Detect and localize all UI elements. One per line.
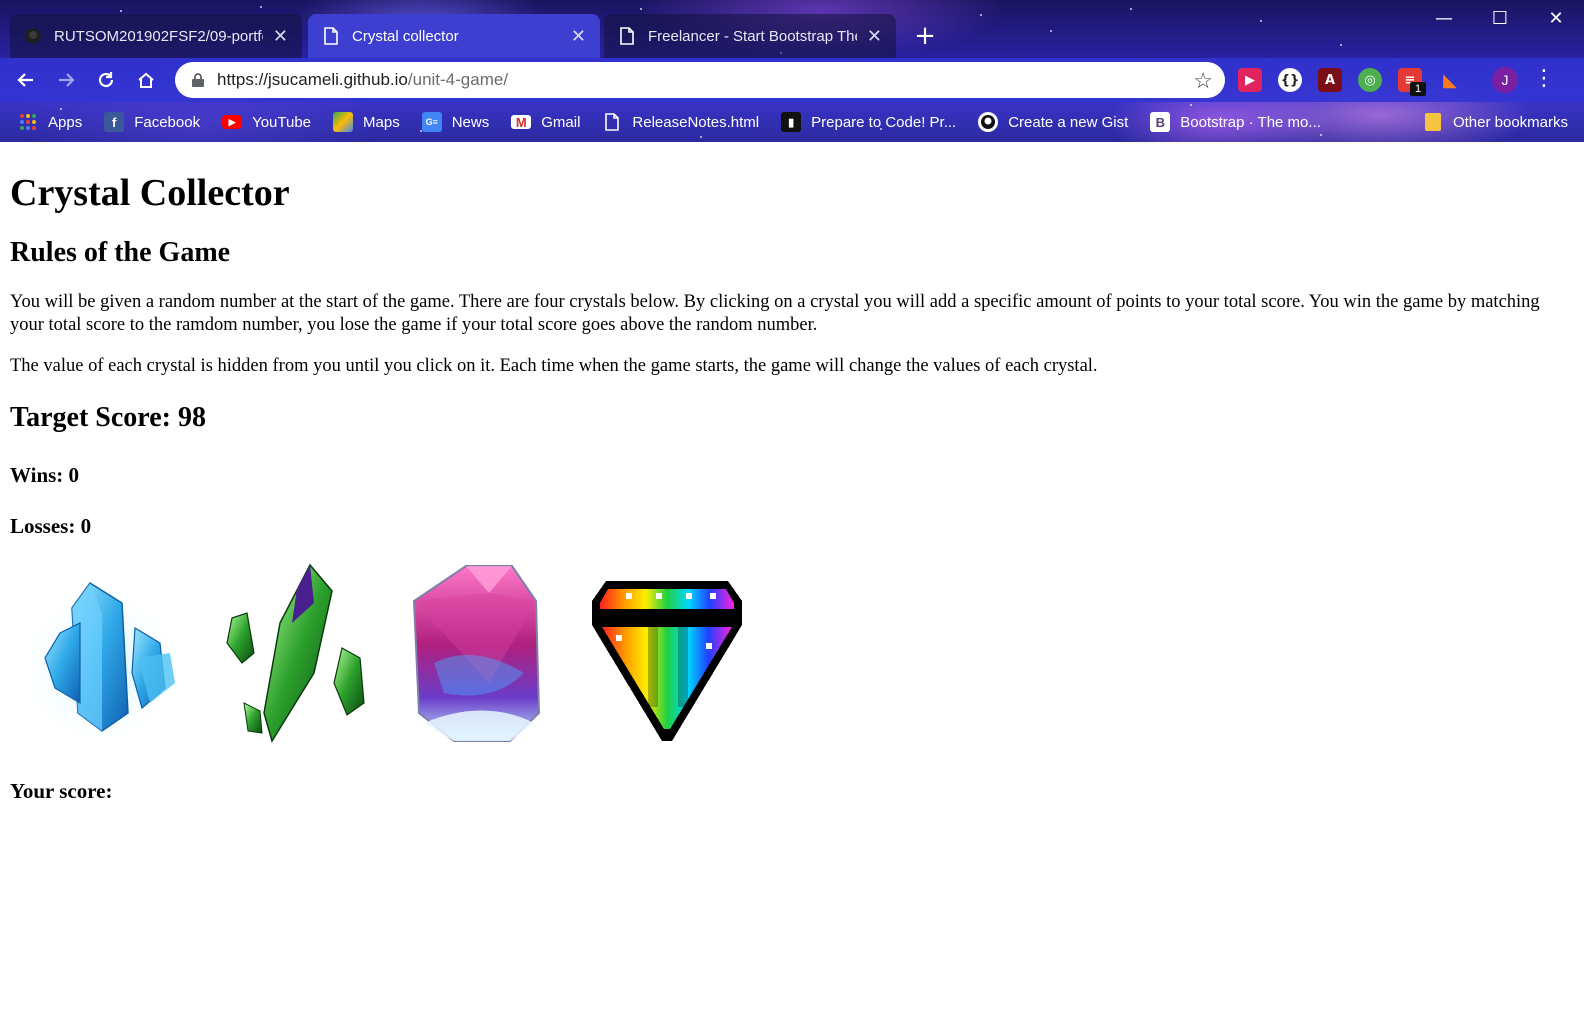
extension-eyes-icon[interactable]: ◎ [1358,68,1382,92]
rainbow-diamond-button[interactable] [586,563,766,743]
extension-orange-icon[interactable]: ◣ [1438,68,1462,92]
page-content: Crystal Collector Rules of the Game You … [10,142,1570,804]
url-path: /unit-4-game/ [407,70,509,89]
tab-freelancer[interactable]: Freelancer - Start Bootstrap Theme ✕ [604,14,896,58]
bootstrap-icon: B [1150,112,1171,132]
blue-crystal-icon [15,573,185,743]
browser-chrome: RUTSOM201902FSF2/09-portfolio ✕ Crystal … [0,0,1584,142]
purple-crystal-icon [412,565,541,742]
bookmarks-bar: Apps f Facebook ▶ YouTube Maps G≡ News M… [0,102,1584,142]
bookmark-create-gist[interactable]: Create a new Gist [978,112,1128,132]
github-icon [978,112,999,132]
page-icon [322,27,340,45]
news-icon: G≡ [421,112,442,132]
youtube-icon: ▶ [222,115,243,129]
bookmark-youtube[interactable]: ▶ YouTube [222,114,311,131]
rainbow-diamond-icon [592,581,742,741]
tab-title: Freelancer - Start Bootstrap Theme [648,27,857,45]
new-tab-button[interactable]: + [910,22,940,52]
forward-icon[interactable] [50,64,82,96]
bookmark-star-icon[interactable]: ☆ [1193,68,1213,94]
bookmark-label: YouTube [252,113,312,131]
bookmark-facebook[interactable]: f Facebook [104,112,200,132]
minimize-icon[interactable]: — [1416,0,1472,36]
bookmark-label: Maps [363,113,400,131]
wins-counter: Wins: 0 [10,463,80,487]
green-crystal-icon [226,563,365,743]
page-icon [602,112,622,132]
close-icon[interactable]: ✕ [273,26,288,47]
blue-crystal-button[interactable] [10,563,190,743]
facebook-icon: f [104,112,125,132]
bookmark-label: ReleaseNotes.html [632,113,760,131]
bookmark-label: Apps [48,113,83,131]
bookmark-label: Create a new Gist [1008,113,1129,131]
gmail-icon: M [511,115,532,130]
other-bookmarks[interactable]: Other bookmarks [1424,102,1568,142]
close-window-icon[interactable]: ✕ [1528,0,1584,36]
browser-toolbar: https://jsucameli.github.io/unit-4-game/… [0,58,1584,102]
page-icon [618,27,636,45]
github-icon [24,27,42,45]
url-host: https://jsucameli.github.io [217,70,408,89]
address-bar[interactable]: https://jsucameli.github.io/unit-4-game/… [175,62,1225,98]
crystal-row [10,563,1570,743]
bookmark-releasenotes[interactable]: ReleaseNotes.html [602,112,759,132]
bookmark-label: Facebook [134,113,201,131]
bookmark-gmail[interactable]: M Gmail [511,114,580,131]
rules-heading: Rules of the Game [10,237,231,268]
close-icon[interactable]: ✕ [571,26,586,47]
tab-title: RUTSOM201902FSF2/09-portfolio [54,27,263,45]
tab-crystal-collector[interactable]: Crystal collector ✕ [308,14,600,58]
extension-screencast-icon[interactable]: ▶ [1238,68,1262,92]
bookmark-label: Prepare to Code! Pr... [811,113,957,131]
back-icon[interactable] [10,64,42,96]
other-bookmarks-label: Other bookmarks [1452,113,1568,131]
tab-title: Crystal collector [352,27,459,45]
bookmark-maps[interactable]: Maps [333,112,400,132]
bookmark-apps[interactable]: Apps [18,112,82,132]
bookmark-bootstrap[interactable]: B Bootstrap · The mo... [1150,112,1321,132]
bookmark-prepare-to-code[interactable]: ▮ Prepare to Code! Pr... [781,112,956,132]
target-score: Target Score: 98 [10,402,206,433]
maps-icon [333,112,354,132]
book-icon: ▮ [781,112,802,132]
green-crystal-button[interactable] [202,563,382,743]
bookmark-news[interactable]: G≡ News [421,112,490,132]
bookmark-label: Gmail [541,113,581,131]
bookmark-label: News [451,113,490,131]
extension-pdf-icon[interactable]: A [1318,68,1342,92]
profile-avatar[interactable]: J [1492,67,1518,93]
bookmark-label: Bootstrap · The mo... [1180,113,1321,131]
window-controls: — ☐ ✕ [1416,0,1584,36]
reload-icon[interactable] [90,64,122,96]
tab-strip: RUTSOM201902FSF2/09-portfolio ✕ Crystal … [0,0,1584,58]
close-icon[interactable]: ✕ [867,26,882,47]
apps-grid-icon [18,112,38,132]
extension-code-icon[interactable]: {} [1278,68,1302,92]
page-title: Crystal Collector [10,172,290,214]
rules-paragraph-1: You will be given a random number at the… [10,292,1540,335]
maximize-icon[interactable]: ☐ [1472,0,1528,36]
home-icon[interactable] [130,64,162,96]
lock-icon [192,73,204,87]
losses-counter: Losses: 0 [10,514,92,538]
folder-icon [1424,113,1441,131]
rules-paragraph-2: The value of each crystal is hidden from… [10,356,1098,376]
your-score: Your score: [10,779,113,803]
tab-portfolio[interactable]: RUTSOM201902FSF2/09-portfolio ✕ [10,14,302,58]
menu-dots-icon[interactable]: ⋮ [1532,66,1556,94]
extension-badge: 1 [1410,82,1426,96]
purple-crystal-button[interactable] [394,563,574,743]
